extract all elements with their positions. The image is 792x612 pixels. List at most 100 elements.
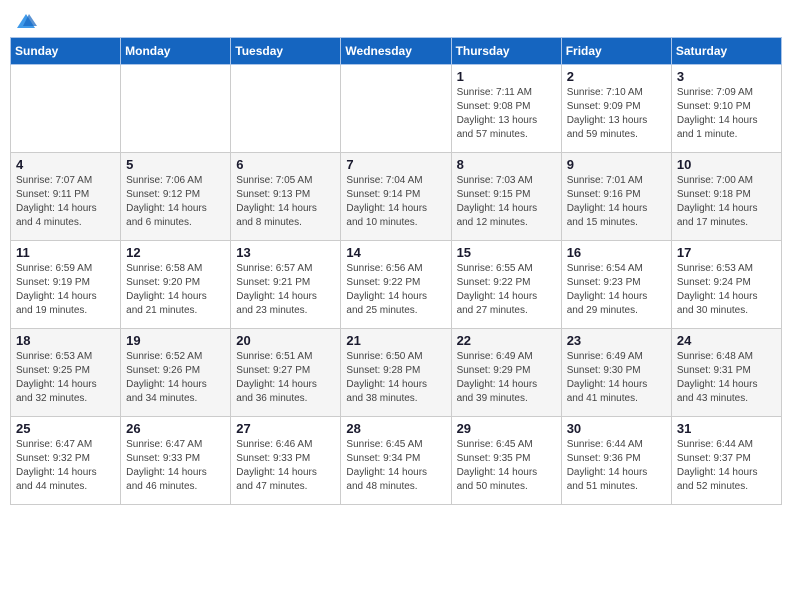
day-detail: Sunrise: 6:47 AM Sunset: 9:33 PM Dayligh… bbox=[126, 438, 226, 494]
calendar-cell: 1 Sunrise: 7:11 AM Sunset: 9:08 PM Daylig… bbox=[451, 64, 561, 152]
calendar-cell: 29 Sunrise: 6:45 AM Sunset: 9:35 PM Dayli… bbox=[451, 416, 561, 504]
calendar-cell: 13 Sunrise: 6:57 AM Sunset: 9:21 PM Dayli… bbox=[231, 240, 341, 328]
day-detail: Sunrise: 6:49 AM Sunset: 9:29 PM Dayligh… bbox=[457, 350, 557, 406]
calendar-cell: 9 Sunrise: 7:01 AM Sunset: 9:16 PM Daylig… bbox=[561, 152, 671, 240]
day-detail: Sunrise: 6:54 AM Sunset: 9:23 PM Dayligh… bbox=[567, 262, 667, 318]
day-number: 10 bbox=[677, 157, 777, 172]
col-header-thursday: Thursday bbox=[451, 37, 561, 64]
day-number: 15 bbox=[457, 245, 557, 260]
day-detail: Sunrise: 6:45 AM Sunset: 9:35 PM Dayligh… bbox=[457, 438, 557, 494]
day-detail: Sunrise: 6:53 AM Sunset: 9:25 PM Dayligh… bbox=[16, 350, 116, 406]
day-detail: Sunrise: 6:48 AM Sunset: 9:31 PM Dayligh… bbox=[677, 350, 777, 406]
day-detail: Sunrise: 6:56 AM Sunset: 9:22 PM Dayligh… bbox=[346, 262, 446, 318]
calendar-cell: 6 Sunrise: 7:05 AM Sunset: 9:13 PM Daylig… bbox=[231, 152, 341, 240]
day-number: 29 bbox=[457, 421, 557, 436]
calendar-cell: 27Sunrise: 6:46 AM Sunset: 9:33 PM Dayli… bbox=[231, 416, 341, 504]
day-detail: Sunrise: 6:45 AM Sunset: 9:34 PM Dayligh… bbox=[346, 438, 446, 494]
day-number: 12 bbox=[126, 245, 226, 260]
col-header-wednesday: Wednesday bbox=[341, 37, 451, 64]
col-header-friday: Friday bbox=[561, 37, 671, 64]
day-detail: Sunrise: 6:50 AM Sunset: 9:28 PM Dayligh… bbox=[346, 350, 446, 406]
calendar-cell: 15 Sunrise: 6:55 AM Sunset: 9:22 PM Dayli… bbox=[451, 240, 561, 328]
calendar-cell bbox=[341, 64, 451, 152]
day-detail: Sunrise: 6:49 AM Sunset: 9:30 PM Dayligh… bbox=[567, 350, 667, 406]
day-number: 16 bbox=[567, 245, 667, 260]
day-detail: Sunrise: 6:44 AM Sunset: 9:36 PM Dayligh… bbox=[567, 438, 667, 494]
day-detail: Sunrise: 6:46 AM Sunset: 9:33 PM Dayligh… bbox=[236, 438, 336, 494]
day-number: 3 bbox=[677, 69, 777, 84]
day-number: 19 bbox=[126, 333, 226, 348]
day-detail: Sunrise: 7:09 AM Sunset: 9:10 PM Dayligh… bbox=[677, 86, 777, 142]
calendar-cell bbox=[121, 64, 231, 152]
calendar-cell bbox=[231, 64, 341, 152]
col-header-sunday: Sunday bbox=[11, 37, 121, 64]
day-detail: Sunrise: 6:44 AM Sunset: 9:37 PM Dayligh… bbox=[677, 438, 777, 494]
day-number: 2 bbox=[567, 69, 667, 84]
day-number: 6 bbox=[236, 157, 336, 172]
day-detail: Sunrise: 7:05 AM Sunset: 9:13 PM Dayligh… bbox=[236, 174, 336, 230]
day-detail: Sunrise: 7:01 AM Sunset: 9:16 PM Dayligh… bbox=[567, 174, 667, 230]
day-number: 30 bbox=[567, 421, 667, 436]
day-number: 1 bbox=[457, 69, 557, 84]
day-number: 28 bbox=[346, 421, 446, 436]
page-header bbox=[10, 10, 782, 31]
calendar-cell: 30 Sunrise: 6:44 AM Sunset: 9:36 PM Dayli… bbox=[561, 416, 671, 504]
day-detail: Sunrise: 6:55 AM Sunset: 9:22 PM Dayligh… bbox=[457, 262, 557, 318]
calendar-cell: 11 Sunrise: 6:59 AM Sunset: 9:19 PM Dayli… bbox=[11, 240, 121, 328]
day-number: 21 bbox=[346, 333, 446, 348]
day-number: 24 bbox=[677, 333, 777, 348]
day-number: 25 bbox=[16, 421, 116, 436]
day-number: 7 bbox=[346, 157, 446, 172]
day-detail: Sunrise: 7:07 AM Sunset: 9:11 PM Dayligh… bbox=[16, 174, 116, 230]
day-detail: Sunrise: 7:00 AM Sunset: 9:18 PM Dayligh… bbox=[677, 174, 777, 230]
day-number: 14 bbox=[346, 245, 446, 260]
calendar-cell: 28 Sunrise: 6:45 AM Sunset: 9:34 PM Dayli… bbox=[341, 416, 451, 504]
day-number: 18 bbox=[16, 333, 116, 348]
calendar-cell: 10 Sunrise: 7:00 AM Sunset: 9:18 PM Dayli… bbox=[671, 152, 781, 240]
logo-text bbox=[14, 10, 38, 33]
day-number: 22 bbox=[457, 333, 557, 348]
day-number: 8 bbox=[457, 157, 557, 172]
day-number: 17 bbox=[677, 245, 777, 260]
logo bbox=[14, 10, 38, 31]
calendar-cell: 14 Sunrise: 6:56 AM Sunset: 9:22 PM Dayli… bbox=[341, 240, 451, 328]
calendar-cell: 21 Sunrise: 6:50 AM Sunset: 9:28 PM Dayli… bbox=[341, 328, 451, 416]
day-detail: Sunrise: 6:57 AM Sunset: 9:21 PM Dayligh… bbox=[236, 262, 336, 318]
day-detail: Sunrise: 6:51 AM Sunset: 9:27 PM Dayligh… bbox=[236, 350, 336, 406]
calendar-cell bbox=[11, 64, 121, 152]
day-detail: Sunrise: 7:11 AM Sunset: 9:08 PM Dayligh… bbox=[457, 86, 557, 142]
calendar-cell: 17 Sunrise: 6:53 AM Sunset: 9:24 PM Dayli… bbox=[671, 240, 781, 328]
calendar-cell: 5 Sunrise: 7:06 AM Sunset: 9:12 PM Daylig… bbox=[121, 152, 231, 240]
day-number: 9 bbox=[567, 157, 667, 172]
day-number: 26 bbox=[126, 421, 226, 436]
calendar-cell: 25 Sunrise: 6:47 AM Sunset: 9:32 PM Dayli… bbox=[11, 416, 121, 504]
calendar-cell: 2Sunrise: 7:10 AM Sunset: 9:09 PM Daylig… bbox=[561, 64, 671, 152]
day-detail: Sunrise: 6:58 AM Sunset: 9:20 PM Dayligh… bbox=[126, 262, 226, 318]
day-number: 31 bbox=[677, 421, 777, 436]
day-detail: Sunrise: 6:59 AM Sunset: 9:19 PM Dayligh… bbox=[16, 262, 116, 318]
day-detail: Sunrise: 7:06 AM Sunset: 9:12 PM Dayligh… bbox=[126, 174, 226, 230]
calendar-cell: 20 Sunrise: 6:51 AM Sunset: 9:27 PM Dayli… bbox=[231, 328, 341, 416]
calendar-cell: 3 Sunrise: 7:09 AM Sunset: 9:10 PM Daylig… bbox=[671, 64, 781, 152]
day-detail: Sunrise: 7:04 AM Sunset: 9:14 PM Dayligh… bbox=[346, 174, 446, 230]
calendar-cell: 8 Sunrise: 7:03 AM Sunset: 9:15 PM Daylig… bbox=[451, 152, 561, 240]
day-detail: Sunrise: 6:53 AM Sunset: 9:24 PM Dayligh… bbox=[677, 262, 777, 318]
day-detail: Sunrise: 6:47 AM Sunset: 9:32 PM Dayligh… bbox=[16, 438, 116, 494]
day-number: 23 bbox=[567, 333, 667, 348]
day-detail: Sunrise: 7:03 AM Sunset: 9:15 PM Dayligh… bbox=[457, 174, 557, 230]
day-number: 13 bbox=[236, 245, 336, 260]
calendar-cell: 31 Sunrise: 6:44 AM Sunset: 9:37 PM Dayli… bbox=[671, 416, 781, 504]
calendar-cell: 22 Sunrise: 6:49 AM Sunset: 9:29 PM Dayli… bbox=[451, 328, 561, 416]
calendar-cell: 7 Sunrise: 7:04 AM Sunset: 9:14 PM Daylig… bbox=[341, 152, 451, 240]
day-number: 20 bbox=[236, 333, 336, 348]
day-number: 5 bbox=[126, 157, 226, 172]
col-header-monday: Monday bbox=[121, 37, 231, 64]
col-header-saturday: Saturday bbox=[671, 37, 781, 64]
calendar-cell: 23 Sunrise: 6:49 AM Sunset: 9:30 PM Dayli… bbox=[561, 328, 671, 416]
calendar-cell: 12 Sunrise: 6:58 AM Sunset: 9:20 PM Dayli… bbox=[121, 240, 231, 328]
day-number: 11 bbox=[16, 245, 116, 260]
calendar-cell: 26 Sunrise: 6:47 AM Sunset: 9:33 PM Dayli… bbox=[121, 416, 231, 504]
col-header-tuesday: Tuesday bbox=[231, 37, 341, 64]
day-number: 4 bbox=[16, 157, 116, 172]
day-detail: Sunrise: 6:52 AM Sunset: 9:26 PM Dayligh… bbox=[126, 350, 226, 406]
